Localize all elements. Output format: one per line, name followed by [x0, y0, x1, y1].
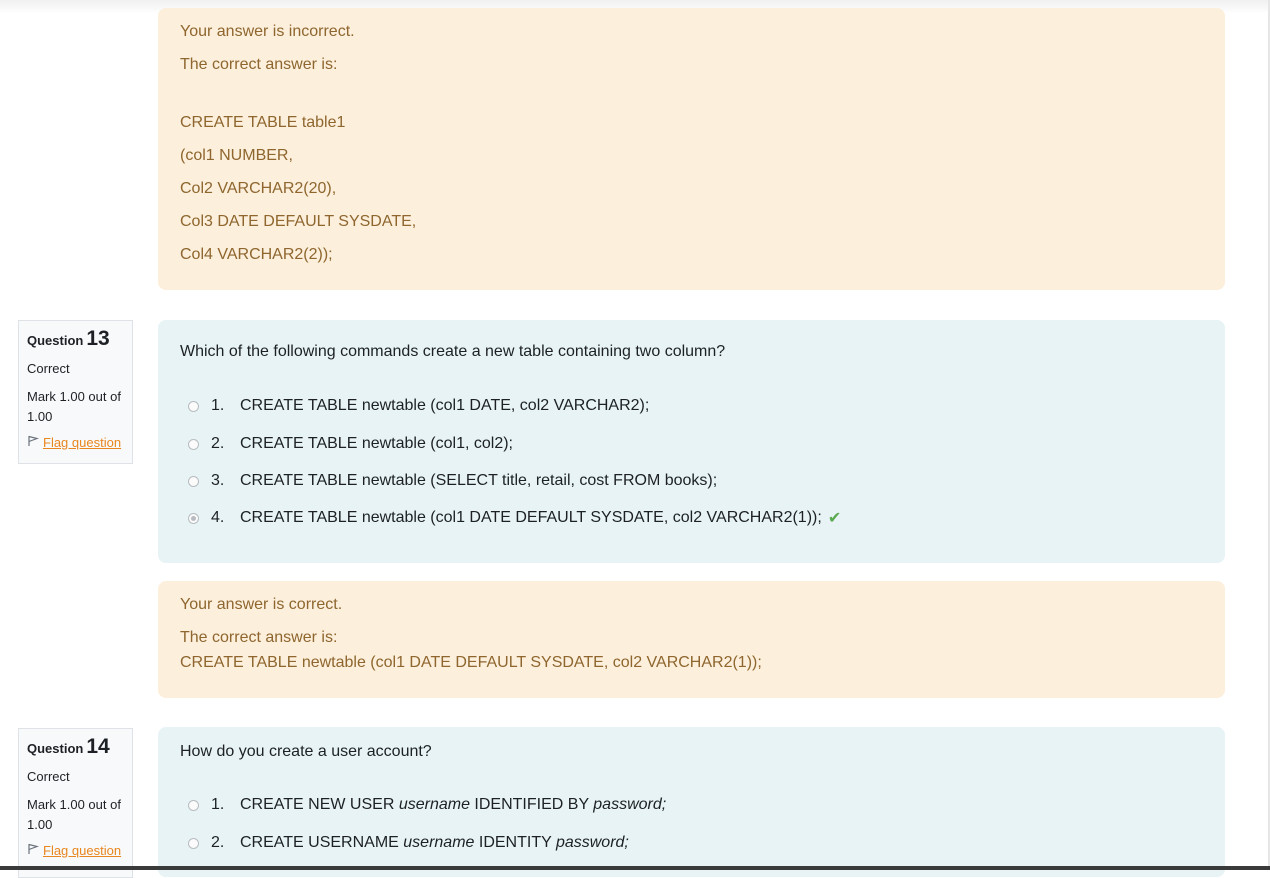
- question-heading: Question 13: [27, 327, 124, 351]
- prev-feedback-panel: Your answer is incorrect. The correct an…: [158, 8, 1225, 290]
- option-text: CREATE TABLE newtable (SELECT title, ret…: [240, 472, 718, 489]
- question-text: How do you create a user account?: [180, 743, 432, 760]
- option-number: 3.: [211, 472, 225, 489]
- option-text: CREATE USERNAME username IDENTITY passwo…: [240, 834, 629, 852]
- radio-icon[interactable]: [188, 475, 199, 487]
- option-text-part: CREATE USERNAME: [240, 834, 404, 851]
- option-text: CREATE TABLE newtable (col1 DATE DEFAULT…: [240, 509, 822, 526]
- question-grade: Mark 1.00 out of 1.00: [27, 797, 121, 832]
- feedback-answer-line: Col3 DATE DEFAULT SYSDATE,: [180, 213, 417, 230]
- option-number: 2.: [211, 435, 225, 452]
- question-label: Question: [27, 333, 84, 348]
- answer-option[interactable]: 3. CREATE TABLE newtable (SELECT title, …: [188, 469, 717, 493]
- feedback-correct-label: The correct answer is:: [180, 629, 338, 646]
- radio-icon[interactable]: [188, 438, 199, 450]
- question-feedback-13: Your answer is correct. The correct answ…: [158, 581, 1225, 698]
- option-text-italic: username: [403, 834, 475, 851]
- question-text: Which of the following commands create a…: [180, 343, 726, 360]
- question-formulation-13: Which of the following commands create a…: [158, 320, 1225, 563]
- radio-icon[interactable]: [188, 512, 199, 524]
- question-info-14: Question 14 Correct Mark 1.00 out of 1.00…: [18, 728, 133, 878]
- answer-option[interactable]: 1. CREATE TABLE newtable (col1 DATE, col…: [188, 394, 649, 418]
- bottom-bar: [0, 866, 1270, 870]
- option-number: 4.: [211, 509, 225, 526]
- question-number: 13: [86, 327, 110, 350]
- radio-icon[interactable]: [188, 400, 199, 412]
- radio-icon[interactable]: [188, 837, 199, 849]
- feedback-answer-line: CREATE TABLE table1: [180, 114, 346, 131]
- question-grade: Mark 1.00 out of 1.00: [27, 389, 121, 424]
- answer-option[interactable]: 2. CREATE USERNAME username IDENTITY pas…: [188, 831, 629, 855]
- flag-question-control[interactable]: Flag question: [27, 843, 124, 858]
- flag-question-link[interactable]: Flag question: [43, 435, 121, 450]
- flag-icon: [27, 843, 40, 858]
- option-number: 1.: [211, 796, 225, 813]
- feedback-answer-line: Col4 VARCHAR2(2));: [180, 246, 333, 263]
- check-icon: ✔: [827, 510, 842, 527]
- flag-question-control[interactable]: Flag question: [27, 435, 124, 450]
- feedback-answer-line: (col1 NUMBER,: [180, 147, 293, 164]
- feedback-correct-answer: CREATE TABLE newtable (col1 DATE DEFAULT…: [180, 654, 762, 671]
- answer-option-selected[interactable]: 4. CREATE TABLE newtable (col1 DATE DEFA…: [188, 506, 841, 530]
- option-text: CREATE TABLE newtable (col1, col2);: [240, 435, 513, 452]
- option-text-italic: password;: [555, 834, 629, 851]
- feedback-result: Your answer is incorrect.: [180, 23, 355, 40]
- question-number: 14: [86, 735, 110, 758]
- question-state: Correct: [27, 769, 70, 784]
- option-text-part: CREATE NEW USER: [240, 796, 399, 813]
- option-text-italic: password;: [593, 796, 667, 813]
- question-state: Correct: [27, 361, 70, 376]
- flag-question-link[interactable]: Flag question: [43, 843, 121, 858]
- radio-icon[interactable]: [188, 799, 199, 811]
- answer-option[interactable]: 1. CREATE NEW USER username IDENTIFIED B…: [188, 793, 666, 817]
- feedback-correct-label: The correct answer is:: [180, 56, 338, 73]
- option-text-part: IDENTIFIED BY: [469, 796, 594, 813]
- flag-icon: [27, 435, 40, 450]
- question-heading: Question 14: [27, 735, 124, 759]
- question-formulation-14: How do you create a user account? 1. CRE…: [158, 727, 1225, 877]
- option-number: 1.: [211, 397, 225, 414]
- option-text: CREATE NEW USER username IDENTIFIED BY p…: [240, 796, 666, 814]
- option-text: CREATE TABLE newtable (col1 DATE, col2 V…: [240, 397, 650, 414]
- feedback-result: Your answer is correct.: [180, 596, 343, 613]
- option-number: 2.: [211, 834, 225, 851]
- answer-option[interactable]: 2. CREATE TABLE newtable (col1, col2);: [188, 432, 513, 456]
- option-text-part: IDENTITY: [474, 834, 556, 851]
- question-label: Question: [27, 741, 84, 756]
- feedback-answer-line: Col2 VARCHAR2(20),: [180, 180, 337, 197]
- option-text-italic: username: [398, 796, 470, 813]
- question-info-13: Question 13 Correct Mark 1.00 out of 1.00…: [18, 320, 133, 464]
